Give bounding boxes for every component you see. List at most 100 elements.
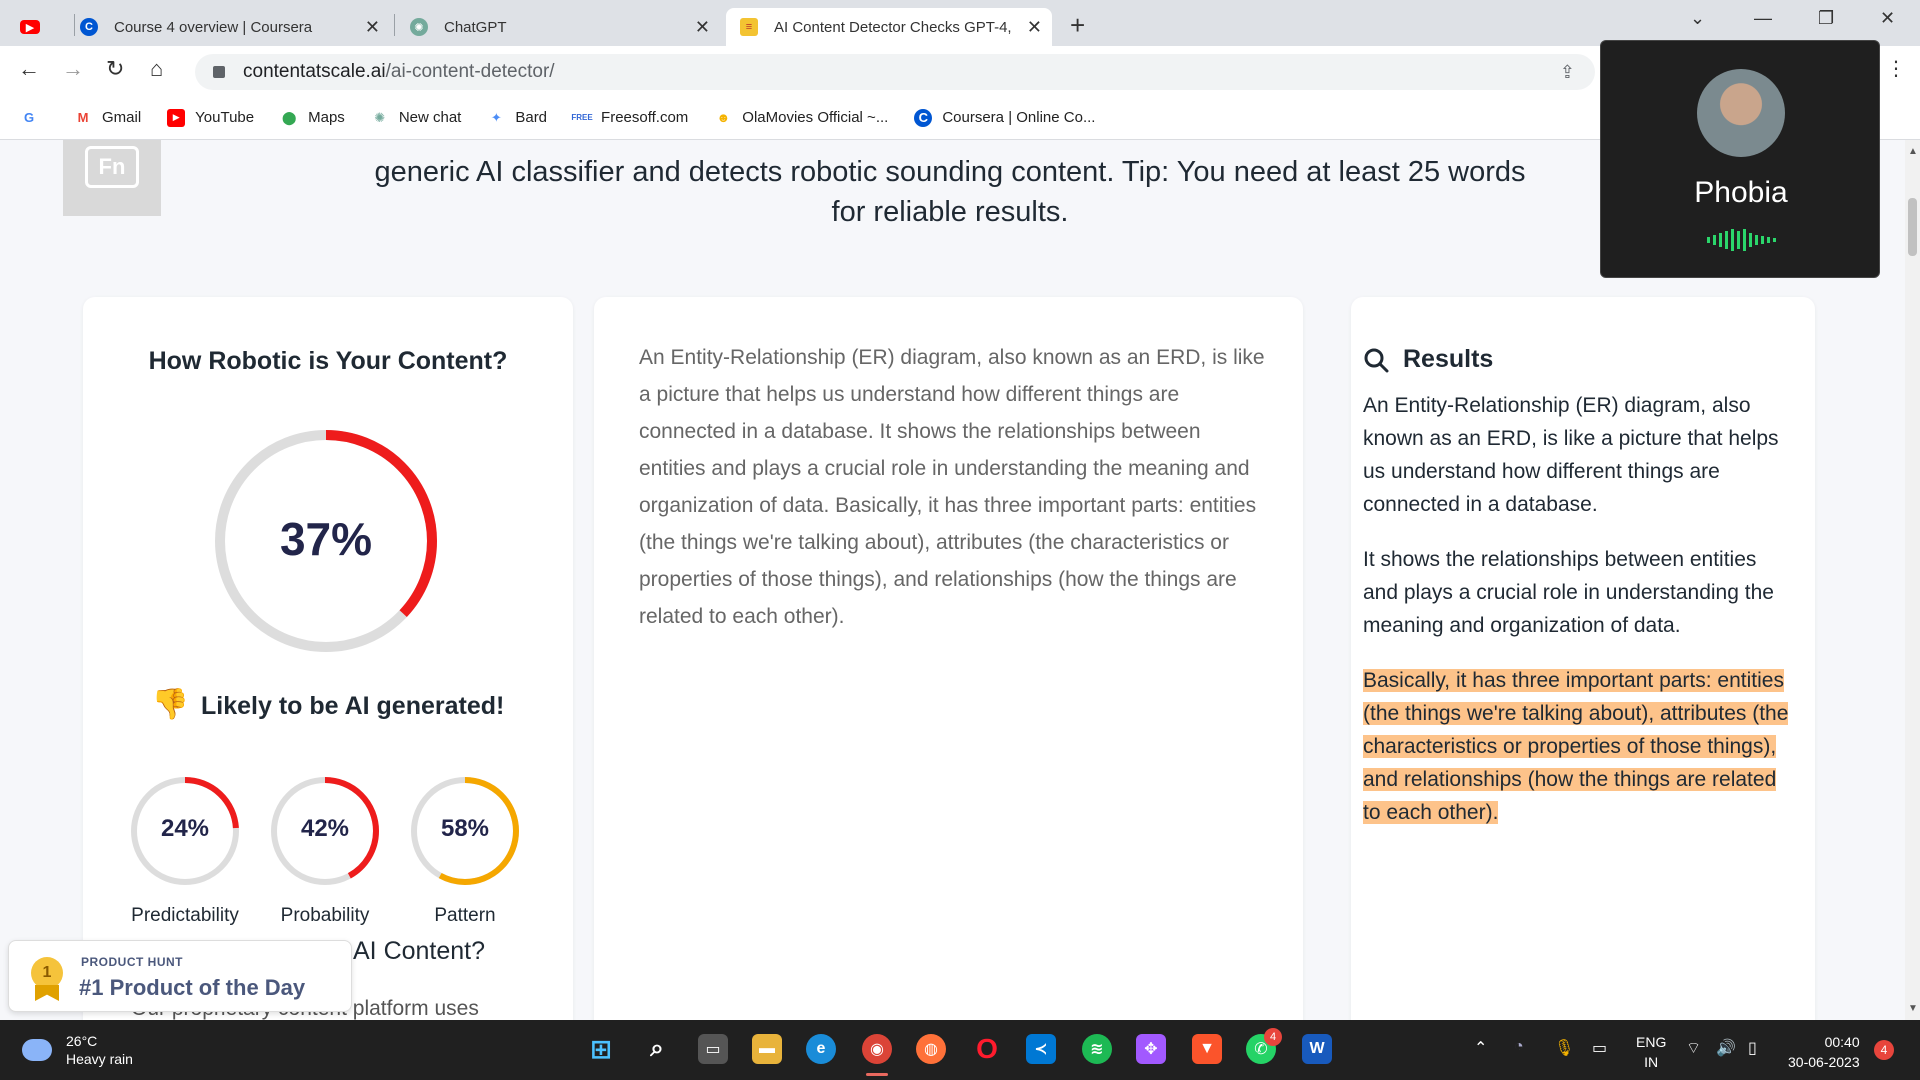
opera-icon[interactable]: O <box>972 1033 1002 1064</box>
close-icon[interactable]: ✕ <box>1027 17 1042 38</box>
close-window-button[interactable]: ✕ <box>1880 8 1895 29</box>
edge-icon[interactable]: e <box>806 1034 836 1064</box>
minimize-button[interactable]: — <box>1754 8 1772 29</box>
windows-start-icon[interactable]: ⊞ <box>586 1034 616 1064</box>
product-hunt-badge[interactable]: 1 PRODUCT HUNT #1 Product of the Day <box>8 940 352 1012</box>
url-path: /ai-content-detector/ <box>385 61 555 82</box>
maps-icon: ⬤ <box>281 109 297 125</box>
active-app-indicator <box>866 1073 888 1076</box>
score-value: 37% <box>279 513 373 565</box>
youtube-icon: ▶ <box>167 108 186 127</box>
language-indicator[interactable]: ENG IN <box>1636 1032 1666 1072</box>
chrome-icon[interactable]: ◉ <box>862 1034 892 1064</box>
word-icon[interactable]: W <box>1302 1034 1332 1064</box>
bookmark-gmail[interactable]: M Gmail <box>74 109 142 127</box>
thumbs-down-icon: 👎 <box>151 688 190 721</box>
volume-icon[interactable]: 🔊 <box>1716 1038 1736 1058</box>
metric-label: Predictability <box>131 905 239 926</box>
bookmark-olamovies[interactable]: ☻ OlaMovies Official ~... <box>714 109 888 127</box>
tab-youtube[interactable]: ▶ <box>20 8 80 46</box>
notification-badge[interactable]: 4 <box>1874 1040 1894 1060</box>
bookmark-bard[interactable]: ✦ Bard <box>487 109 547 127</box>
scrollbar-thumb[interactable] <box>1908 198 1917 256</box>
messenger-icon[interactable]: ◔ <box>1514 1038 1524 1056</box>
close-icon[interactable]: ✕ <box>695 17 710 38</box>
bookmark-label: Bard <box>515 109 548 126</box>
scroll-down-icon[interactable]: ▼ <box>1908 1003 1918 1014</box>
bookmark-label: OlaMovies Official ~... <box>742 109 889 126</box>
url-host: contentatscale.ai <box>243 61 386 82</box>
file-explorer-icon[interactable]: ▬ <box>752 1034 782 1064</box>
verdict: 👎 Likely to be AI generated! <box>83 687 573 722</box>
display-icon[interactable]: ▭ <box>1592 1038 1607 1058</box>
metric-value: 42% <box>300 815 350 842</box>
language-code: ENG <box>1636 1034 1667 1050</box>
task-view-icon[interactable]: ▭ <box>698 1034 728 1064</box>
content-input-text[interactable]: An Entity-Relationship (ER) diagram, als… <box>639 339 1269 635</box>
bookmark-google[interactable]: G <box>20 109 48 127</box>
metric-value: 24% <box>160 815 210 842</box>
bookmark-freesoff[interactable]: FREE Freesoff.com <box>571 109 688 127</box>
call-overlay[interactable]: Phobia <box>1600 40 1880 278</box>
results-body: An Entity-Relationship (ER) diagram, als… <box>1363 389 1793 851</box>
results-title: Results <box>1403 345 1494 373</box>
spotify-icon[interactable]: ≋ <box>1082 1034 1112 1064</box>
content-input-card[interactable]: An Entity-Relationship (ER) diagram, als… <box>594 297 1303 1020</box>
bookmark-label: New chat <box>398 109 462 126</box>
figma-icon[interactable]: ✥ <box>1136 1034 1166 1064</box>
microphone-icon[interactable]: 🎙 <box>1554 1038 1574 1058</box>
results-heading: Results <box>1363 345 1493 374</box>
tab-ai-content-detector[interactable]: ≡ AI Content Detector Checks GPT-4, ( ✕ <box>726 8 1052 46</box>
rain-cloud-icon <box>22 1039 52 1061</box>
temperature: 26°C <box>66 1033 98 1049</box>
chevron-up-icon[interactable]: ⌃ <box>1474 1038 1487 1058</box>
bookmark-maps[interactable]: ⬤ Maps <box>280 109 345 127</box>
tab-coursera[interactable]: C Course 4 overview | Coursera ✕ <box>80 8 390 46</box>
forward-button[interactable]: → <box>62 56 84 82</box>
restore-button[interactable]: ❐ <box>1818 8 1834 29</box>
home-button[interactable]: ⌂ <box>150 56 163 82</box>
taskbar: 26°C Heavy rain ⊞ ⌕ ▭ ▬ e ◉ ◍ O ≺ ≋ ✥ ▼ … <box>0 1020 1920 1080</box>
bookmark-youtube[interactable]: ▶ YouTube <box>167 108 254 127</box>
bookmark-label: Maps <box>308 109 345 126</box>
back-button[interactable]: ← <box>18 56 40 82</box>
url-field[interactable]: contentatscale.ai/ai-content-detector/ ⇪ <box>195 54 1595 90</box>
tab-chatgpt[interactable]: ✺ ChatGPT ✕ <box>410 8 720 46</box>
weather-widget[interactable]: 26°C Heavy rain <box>22 1032 133 1068</box>
new-tab-button[interactable]: + <box>1070 10 1085 41</box>
audio-level-icon <box>1601 229 1881 251</box>
tab-separator <box>394 14 395 36</box>
avatar <box>1697 69 1785 157</box>
chevron-down-icon[interactable]: ⌄ <box>1690 8 1705 29</box>
firefox-icon[interactable]: ◍ <box>916 1034 946 1064</box>
metric-label: Pattern <box>434 905 496 926</box>
tab-title: ChatGPT <box>444 18 507 36</box>
result-sentence: An Entity-Relationship (ER) diagram, als… <box>1363 394 1779 516</box>
ribbon-icon <box>35 985 59 1001</box>
google-icon: G <box>23 110 35 125</box>
metric-probability: 42% Probability <box>265 775 385 927</box>
bookmark-new-chat[interactable]: ✺ New chat <box>371 109 462 127</box>
fn-overlay: Fn <box>63 140 161 216</box>
scroll-up-icon[interactable]: ▲ <box>1908 146 1918 157</box>
vscode-icon[interactable]: ≺ <box>1026 1034 1056 1064</box>
menu-icon[interactable]: ⋮ <box>1886 56 1906 81</box>
score-title: How Robotic is Your Content? <box>148 347 508 375</box>
reload-button[interactable]: ↻ <box>106 56 124 82</box>
product-hunt-title: #1 Product of the Day <box>79 975 306 1000</box>
brave-icon[interactable]: ▼ <box>1192 1034 1222 1064</box>
search-icon[interactable]: ⌕ <box>642 1034 672 1064</box>
close-icon[interactable]: ✕ <box>365 17 380 38</box>
tab-title: Course 4 overview | Coursera <box>114 18 313 36</box>
battery-icon[interactable]: ▯ <box>1748 1038 1757 1058</box>
bookmark-coursera[interactable]: C Coursera | Online Co... <box>914 108 1095 127</box>
search-icon <box>1364 348 1389 372</box>
share-icon[interactable]: ⇪ <box>1560 62 1575 83</box>
tab-title: AI Content Detector Checks GPT-4, ( <box>774 18 1014 36</box>
result-sentence: It shows the relationships between entit… <box>1363 548 1774 637</box>
wifi-icon[interactable]: ⌔ <box>1686 1038 1701 1058</box>
bard-icon: ✦ <box>490 109 502 125</box>
page-scrollbar[interactable]: ▲ ▼ <box>1905 140 1920 1020</box>
result-sentence-highlighted: Basically, it has three important parts:… <box>1363 669 1789 824</box>
clock[interactable]: 00:40 30-06-2023 <box>1788 1032 1860 1072</box>
